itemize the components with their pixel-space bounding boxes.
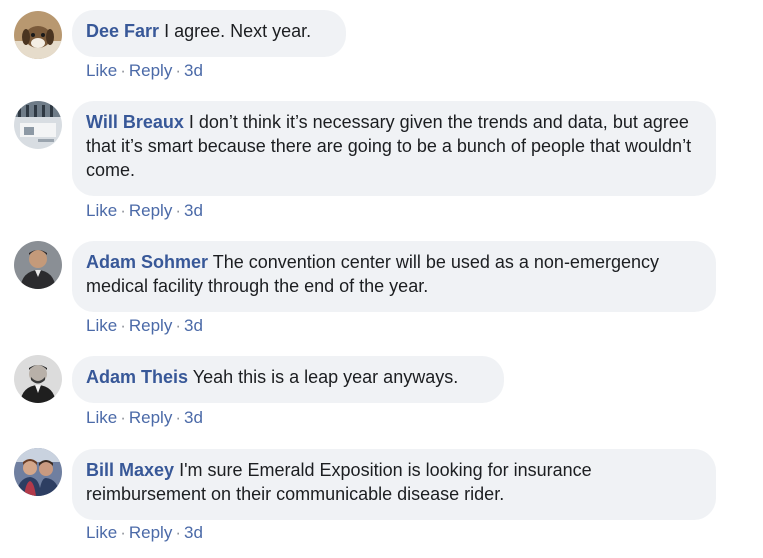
group-avatar-icon bbox=[14, 448, 62, 496]
separator: · bbox=[175, 316, 181, 335]
dog-avatar-icon bbox=[14, 11, 62, 59]
comment-timestamp[interactable]: 3d bbox=[184, 201, 203, 220]
comment-author[interactable]: Will Breaux bbox=[86, 112, 184, 132]
like-link[interactable]: Like bbox=[86, 523, 117, 542]
separator: · bbox=[120, 61, 126, 80]
comment-timestamp[interactable]: 3d bbox=[184, 408, 203, 427]
separator: · bbox=[120, 316, 126, 335]
comment-actions: Like · Reply · 3d bbox=[86, 61, 203, 81]
separator: · bbox=[120, 408, 126, 427]
like-link[interactable]: Like bbox=[86, 408, 117, 427]
comment-timestamp[interactable]: 3d bbox=[184, 61, 203, 80]
reply-link[interactable]: Reply bbox=[129, 201, 172, 220]
comment-timestamp[interactable]: 3d bbox=[184, 316, 203, 335]
comment-bubble: Will Breaux I don’t think it’s necessary… bbox=[72, 101, 716, 196]
comment-bubble: Adam Sohmer The convention center will b… bbox=[72, 241, 716, 312]
separator: · bbox=[175, 523, 181, 542]
avatar-bill-maxey[interactable] bbox=[14, 448, 62, 496]
reply-link[interactable]: Reply bbox=[129, 523, 172, 542]
avatar-adam-sohmer[interactable] bbox=[14, 241, 62, 289]
man-dark-avatar-icon bbox=[14, 241, 62, 289]
reply-link[interactable]: Reply bbox=[129, 408, 172, 427]
avatar-dee-farr[interactable] bbox=[14, 11, 62, 59]
reply-link[interactable]: Reply bbox=[129, 61, 172, 80]
comment-author[interactable]: Dee Farr bbox=[86, 21, 159, 41]
comment-actions: Like · Reply · 3d bbox=[86, 316, 203, 336]
comment-timestamp[interactable]: 3d bbox=[184, 523, 203, 542]
comment-actions: Like · Reply · 3d bbox=[86, 201, 203, 221]
comment-author[interactable]: Bill Maxey bbox=[86, 460, 174, 480]
comment-bubble: Bill Maxey I'm sure Emerald Exposition i… bbox=[72, 449, 716, 520]
separator: · bbox=[120, 201, 126, 220]
separator: · bbox=[175, 408, 181, 427]
avatar-adam-theis[interactable] bbox=[14, 355, 62, 403]
comment-author[interactable]: Adam Theis bbox=[86, 367, 188, 387]
man-gray-avatar-icon bbox=[14, 355, 62, 403]
comment-text: I agree. Next year. bbox=[164, 21, 312, 41]
comment-author[interactable]: Adam Sohmer bbox=[86, 252, 208, 272]
reply-link[interactable]: Reply bbox=[129, 316, 172, 335]
separator: · bbox=[175, 201, 181, 220]
comment-bubble: Adam Theis Yeah this is a leap year anyw… bbox=[72, 356, 504, 403]
separator: · bbox=[120, 523, 126, 542]
separator: · bbox=[175, 61, 181, 80]
like-link[interactable]: Like bbox=[86, 316, 117, 335]
avatar-will-breaux[interactable] bbox=[14, 101, 62, 149]
like-link[interactable]: Like bbox=[86, 61, 117, 80]
office-avatar-icon bbox=[14, 101, 62, 149]
comment-text: Yeah this is a leap year anyways. bbox=[192, 367, 459, 387]
like-link[interactable]: Like bbox=[86, 201, 117, 220]
comment-actions: Like · Reply · 3d bbox=[86, 408, 203, 428]
comment-bubble: Dee Farr I agree. Next year. bbox=[72, 10, 346, 57]
comment-actions: Like · Reply · 3d bbox=[86, 523, 203, 543]
